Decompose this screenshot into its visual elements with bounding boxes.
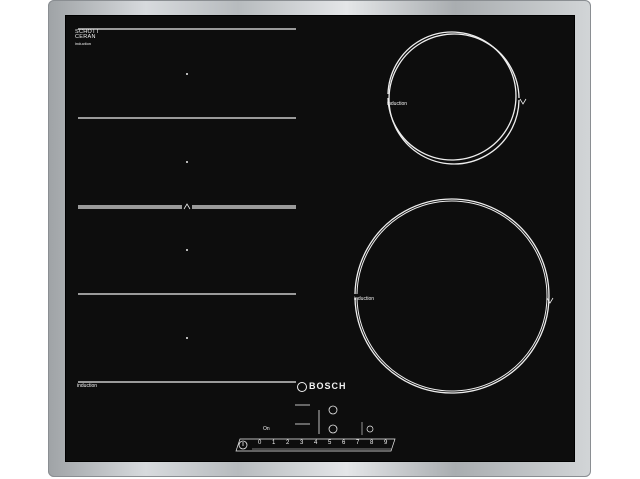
timer-clock-icon (366, 425, 374, 433)
brand-name: BOSCH (309, 381, 347, 391)
scale-digit[interactable]: 5 (328, 440, 331, 446)
flex-zone-marker (183, 203, 191, 210)
small-zone-label: induction (387, 101, 408, 107)
scale-digit[interactable]: 2 (286, 440, 289, 446)
cooktop-markings (78, 28, 554, 452)
scale-digit[interactable]: 0 (258, 440, 261, 446)
scale-digit[interactable]: 1 (272, 440, 275, 446)
bosch-logo-icon (297, 382, 307, 392)
small-zone-ring (387, 31, 517, 161)
ceramic-glass-surface: SCHOTT CERAN induction induction inducti… (65, 15, 575, 462)
power-scale[interactable]: 0 1 2 3 4 5 6 7 8 9 (255, 440, 390, 448)
flex-zone-label: induction (77, 383, 98, 389)
scale-digit[interactable]: 7 (356, 440, 359, 446)
scale-digit[interactable]: 3 (300, 440, 303, 446)
scale-digit[interactable]: 9 (384, 440, 387, 446)
large-zone-ring (354, 198, 550, 394)
scale-digit[interactable]: 8 (370, 440, 373, 446)
timer-button-icon (328, 405, 338, 415)
control-left-label: On (263, 426, 270, 432)
large-zone-label: induction (354, 296, 375, 302)
scale-digit[interactable]: 6 (342, 440, 345, 446)
scale-digit[interactable]: 4 (314, 440, 317, 446)
